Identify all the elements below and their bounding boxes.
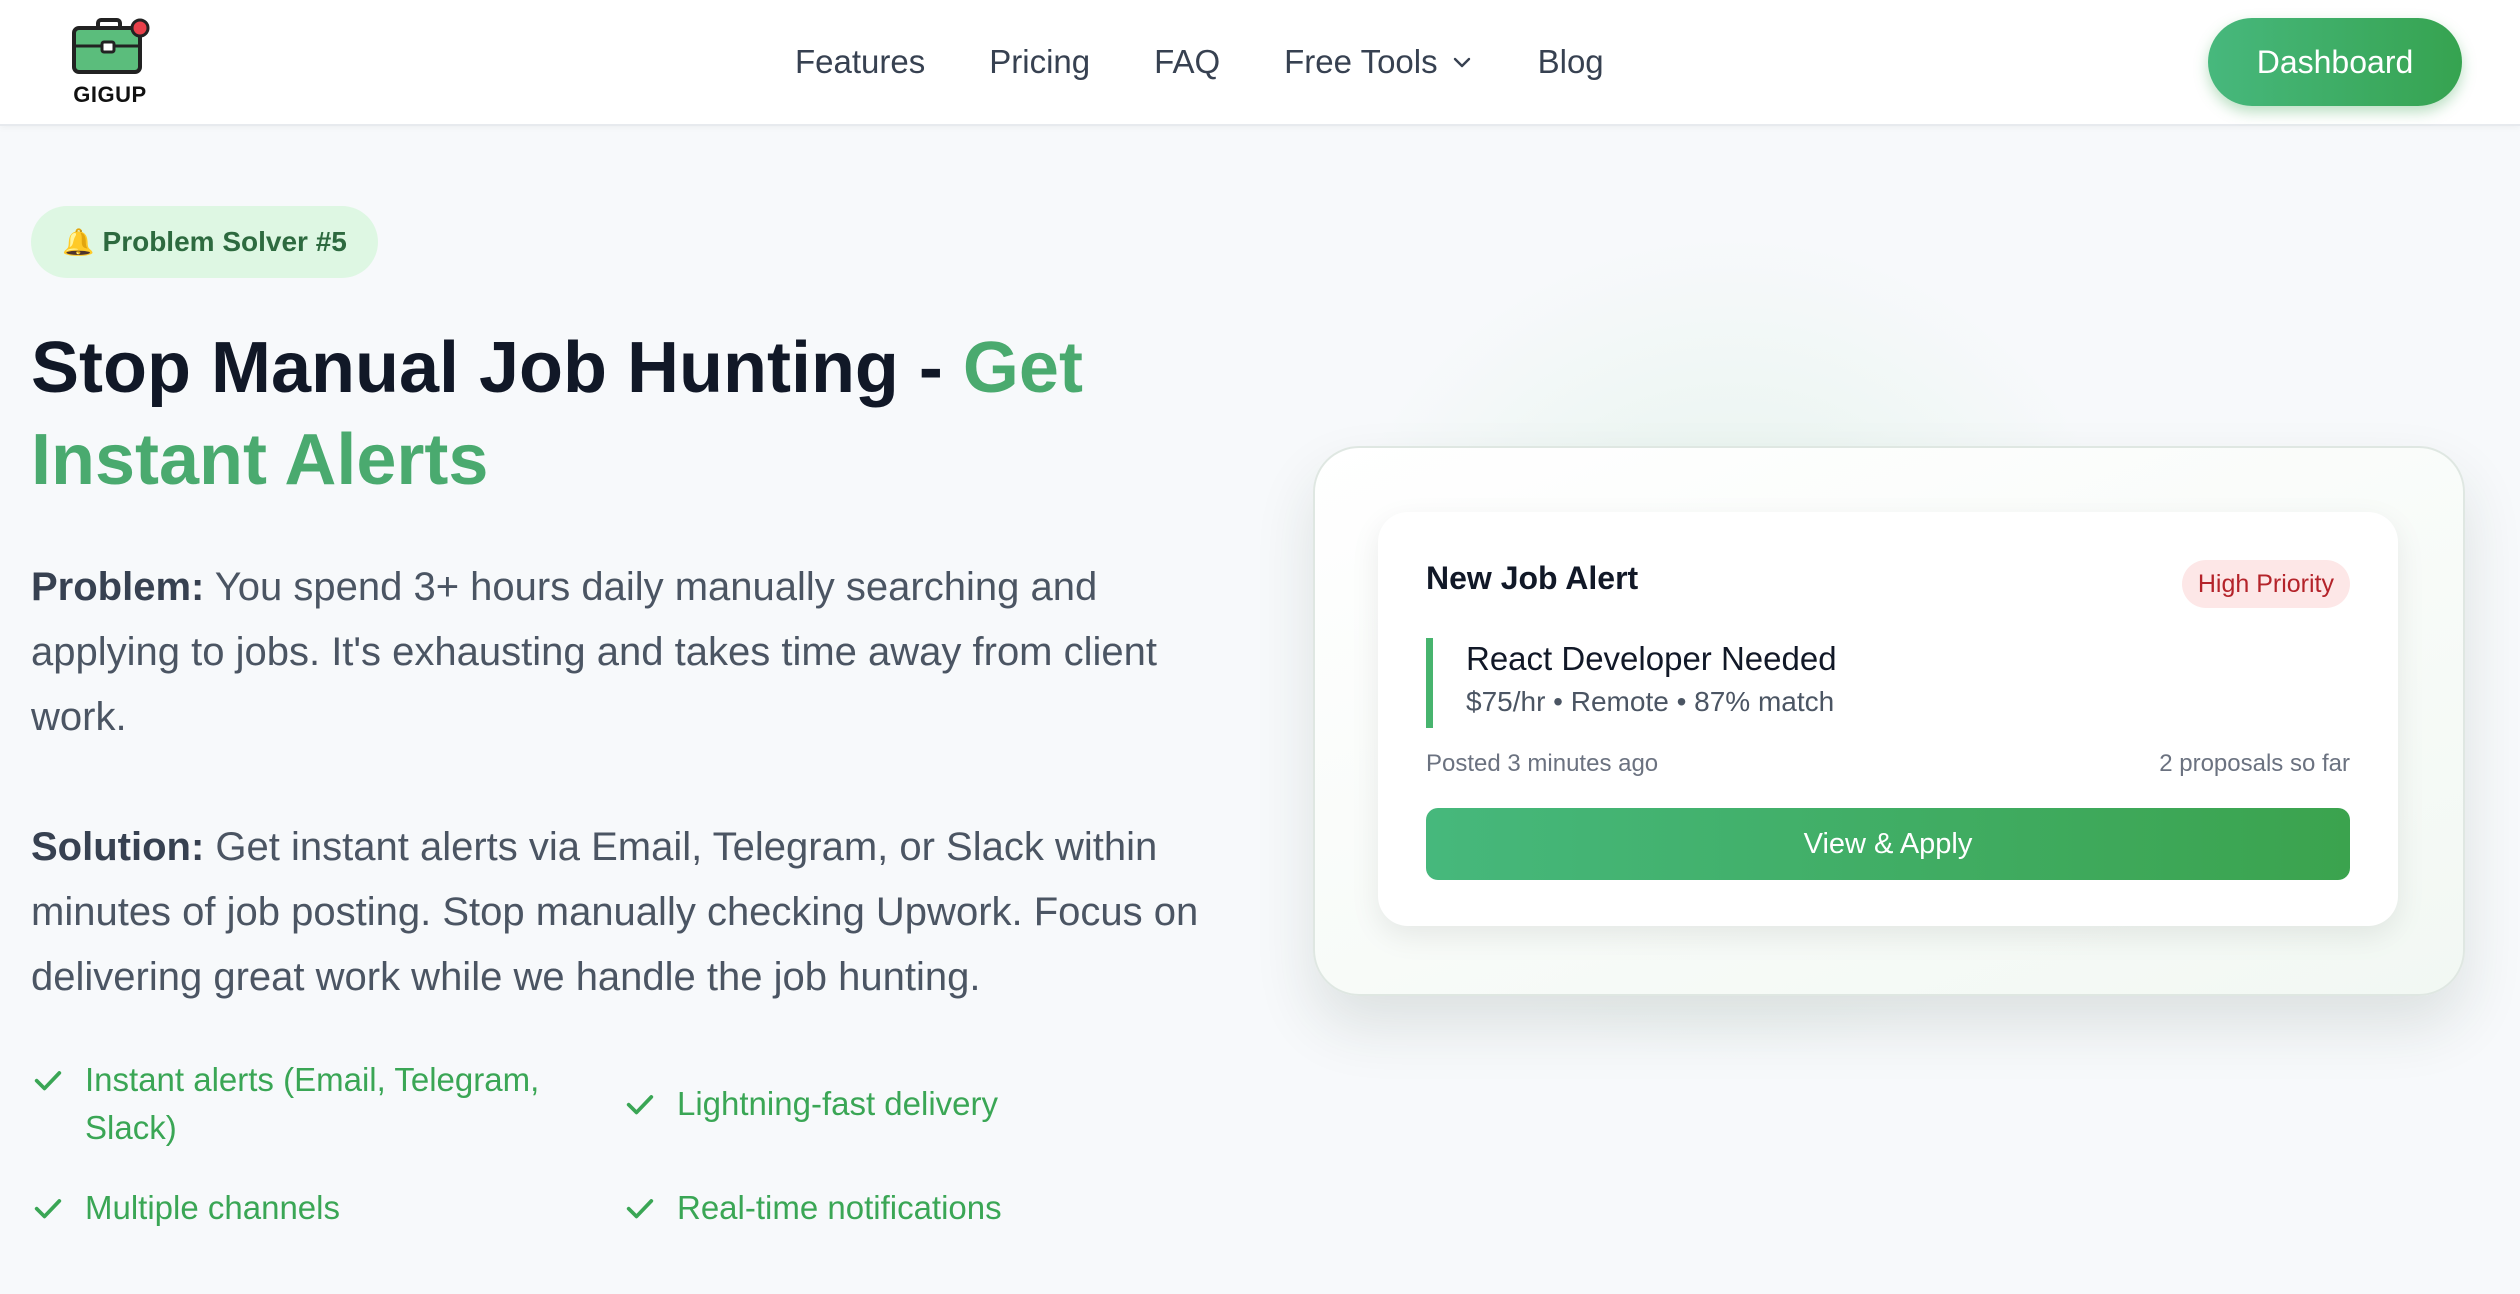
alert-preview-card: New Job Alert High Priority React Develo… <box>1313 446 2465 996</box>
solution-text: Get instant alerts via Email, Telegram, … <box>31 825 1199 999</box>
posted-time: Posted 3 minutes ago <box>1426 750 1659 777</box>
check-icon <box>626 1199 654 1219</box>
feature-item: Lightning-fast delivery <box>623 1080 1123 1128</box>
feature-label: Real-time notifications <box>677 1189 1002 1226</box>
job-summary: React Developer Needed $75/hr • Remote •… <box>1426 638 1837 728</box>
feature-list: Instant alerts (Email, Telegram, Slack) … <box>31 1056 1131 1256</box>
solution-paragraph: Solution: Get instant alerts via Email, … <box>31 815 1231 1010</box>
proposal-count: 2 proposals so far <box>2159 750 2350 777</box>
feature-label: Instant alerts (Email, Telegram, Slack) <box>85 1061 540 1146</box>
hero-headline: Stop Manual Job Hunting - Get Instant Al… <box>31 322 1191 506</box>
job-alert-card: New Job Alert High Priority React Develo… <box>1378 512 2398 926</box>
badge-label: Problem Solver #5 <box>102 226 347 257</box>
feature-label: Lightning-fast delivery <box>677 1085 999 1122</box>
briefcase-icon <box>72 18 150 74</box>
feature-item: Multiple channels <box>31 1184 571 1232</box>
nav-free-tools[interactable]: Free Tools <box>1284 43 1473 81</box>
job-meta: $75/hr • Remote • 87% match <box>1466 686 1835 717</box>
problem-paragraph: Problem: You spend 3+ hours daily manual… <box>31 555 1231 750</box>
view-apply-button[interactable]: View & Apply <box>1426 808 2350 880</box>
feature-item: Instant alerts (Email, Telegram, Slack) <box>31 1056 571 1152</box>
job-title: React Developer Needed <box>1466 640 1837 677</box>
nav-blog[interactable]: Blog <box>1538 43 1604 81</box>
alert-title: New Job Alert <box>1426 560 1639 596</box>
check-icon <box>626 1095 654 1115</box>
feature-item: Real-time notifications <box>623 1184 1123 1232</box>
nav-features[interactable]: Features <box>795 43 925 81</box>
brand-name: GIGUP <box>73 82 147 107</box>
nav-pricing[interactable]: Pricing <box>989 43 1090 81</box>
headline-main: Stop Manual Job Hunting - <box>31 328 963 408</box>
main-nav: Features Pricing FAQ Free Tools Blog <box>795 0 1668 124</box>
logo[interactable]: GIGUP <box>68 16 152 108</box>
problem-label: Problem: <box>31 565 205 609</box>
dashboard-button[interactable]: Dashboard <box>2208 18 2462 106</box>
solution-label: Solution: <box>31 825 205 869</box>
priority-badge: High Priority <box>2181 560 2350 608</box>
nav-free-tools-label: Free Tools <box>1284 43 1438 80</box>
feature-label: Multiple channels <box>85 1189 340 1226</box>
chevron-down-icon <box>1453 57 1470 68</box>
check-icon <box>34 1071 62 1091</box>
bell-icon: 🔔 <box>62 226 95 257</box>
problem-solver-badge: 🔔 Problem Solver #5 <box>31 206 378 278</box>
site-header: GIGUP Features Pricing FAQ Free Tools Bl… <box>0 0 2520 126</box>
nav-faq[interactable]: FAQ <box>1154 43 1220 81</box>
check-icon <box>34 1199 62 1219</box>
